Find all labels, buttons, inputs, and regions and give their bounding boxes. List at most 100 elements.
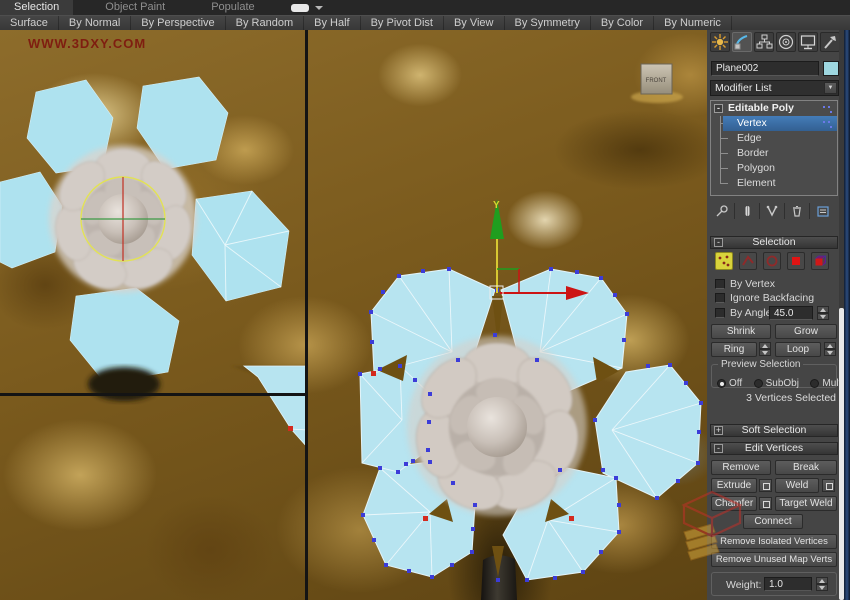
stack-item-element[interactable]: Element — [711, 176, 837, 191]
make-unique-button[interactable] — [760, 203, 785, 219]
ribbon-button-by-symmetry[interactable]: By Symmetry — [505, 16, 591, 30]
stack-item-border[interactable]: Border — [711, 146, 837, 161]
soft-selection-rollout-header[interactable]: + Soft Selection — [710, 424, 838, 437]
modifier-stack[interactable]: - Editable Poly Vertex Edge Border Polyg… — [710, 100, 838, 196]
top-view-gizmo[interactable] — [81, 177, 165, 261]
element-icon — [812, 253, 828, 269]
hierarchy-tab[interactable] — [754, 32, 774, 52]
ignore-backfacing-row[interactable]: Ignore Backfacing — [715, 293, 814, 304]
display-tab[interactable] — [798, 32, 818, 52]
weld-settings-button[interactable] — [822, 479, 835, 492]
selection-status: 3 Vertices Selected — [710, 392, 836, 404]
configure-modifier-sets-button[interactable] — [810, 203, 835, 219]
viewport-divider-horizontal[interactable] — [0, 393, 306, 396]
preview-off-radio[interactable] — [717, 379, 726, 388]
ribbon-button-by-color[interactable]: By Color — [591, 16, 654, 30]
show-end-result-button[interactable] — [735, 203, 760, 219]
expand-icon[interactable]: + — [714, 426, 723, 435]
ignore-backfacing-checkbox[interactable] — [715, 293, 725, 303]
collapse-icon[interactable]: - — [714, 444, 723, 453]
front-cube-label: FRONT — [646, 78, 667, 84]
ring-spinner[interactable] — [759, 342, 771, 357]
chamfer-settings-button[interactable] — [759, 497, 772, 510]
weight-spinner[interactable] — [816, 577, 828, 592]
ribbon-button-by-normal[interactable]: By Normal — [59, 16, 131, 30]
viewport-scene[interactable]: FRONT — [0, 30, 707, 600]
by-angle-field[interactable]: 45.0 — [769, 306, 813, 320]
ribbon-button-by-perspective[interactable]: By Perspective — [131, 16, 225, 30]
stack-item-edge[interactable]: Edge — [711, 131, 837, 146]
selection-rollout-header[interactable]: - Selection — [710, 236, 838, 249]
show-end-result-icon — [740, 204, 754, 218]
selected-vertex[interactable] — [288, 426, 293, 431]
extrude-button[interactable]: Extrude — [711, 478, 757, 493]
extrude-settings-button[interactable] — [759, 479, 772, 492]
ribbon-tab-populate[interactable]: Populate — [197, 0, 268, 15]
ribbon-button-by-random[interactable]: By Random — [226, 16, 304, 30]
vertex-subobject-button[interactable] — [715, 252, 733, 270]
preview-subobj-radio[interactable] — [754, 379, 763, 388]
modifier-list-dropdown[interactable]: Modifier List ▼ — [710, 80, 839, 96]
ribbon-tab-selection[interactable]: Selection — [0, 0, 73, 15]
ribbon-button-by-pivot-dist[interactable]: By Pivot Dist — [361, 16, 444, 30]
object-color-swatch[interactable] — [823, 61, 839, 76]
ribbon-button-surface[interactable]: Surface — [0, 16, 59, 30]
remove-isolated-vertices-button[interactable]: Remove Isolated Vertices — [711, 534, 837, 549]
break-button[interactable]: Break — [775, 460, 837, 475]
weld-button[interactable]: Weld — [775, 478, 819, 493]
viewport-area[interactable]: WWW.3DXY.COM — [0, 30, 707, 600]
collapse-icon[interactable]: - — [714, 238, 723, 247]
create-tab[interactable] — [710, 32, 730, 52]
ribbon-minimize-icon[interactable] — [291, 4, 309, 12]
loop-button[interactable]: Loop — [775, 342, 821, 357]
remove-unused-map-verts-button[interactable]: Remove Unused Map Verts — [711, 552, 837, 567]
shrink-button[interactable]: Shrink — [711, 324, 771, 339]
object-name-field[interactable]: Plane002 — [711, 61, 819, 76]
pin-stack-icon — [715, 204, 729, 218]
weight-field[interactable]: 1.0 — [764, 577, 812, 591]
by-vertex-row[interactable]: By Vertex — [715, 279, 775, 290]
by-vertex-checkbox[interactable] — [715, 279, 725, 289]
utilities-tab[interactable] — [820, 32, 840, 52]
front-cube[interactable]: FRONT — [631, 64, 683, 103]
motion-tab[interactable] — [776, 32, 796, 52]
by-angle-spinner[interactable] — [817, 306, 829, 321]
connect-button[interactable]: Connect — [743, 514, 803, 529]
remove-modifier-button[interactable] — [785, 203, 810, 219]
ring-button[interactable]: Ring — [711, 342, 757, 357]
chamfer-button[interactable]: Chamfer — [711, 496, 757, 511]
stack-item-vertex[interactable]: Vertex — [723, 116, 837, 131]
polygon-subobject-button[interactable] — [787, 252, 805, 270]
viewport-divider-vertical[interactable] — [305, 30, 308, 600]
border-subobject-button[interactable] — [763, 252, 781, 270]
by-angle-checkbox[interactable] — [715, 308, 725, 318]
ribbon-dropdown-icon[interactable] — [315, 6, 323, 10]
stack-item-polygon[interactable]: Polygon — [711, 161, 837, 176]
ribbon-button-by-half[interactable]: By Half — [304, 16, 360, 30]
dropdown-arrow-icon[interactable]: ▼ — [824, 82, 837, 94]
pin-stack-button[interactable] — [710, 203, 735, 219]
ribbon-button-by-view[interactable]: By View — [444, 16, 505, 30]
flower-top-view[interactable] — [0, 77, 289, 401]
preview-multi-radio[interactable] — [810, 379, 819, 388]
border-icon — [764, 253, 780, 269]
collapse-icon[interactable]: - — [714, 104, 723, 113]
loop-spinner[interactable] — [824, 342, 836, 357]
grow-button[interactable]: Grow — [775, 324, 837, 339]
stack-item-editable-poly[interactable]: - Editable Poly — [711, 101, 837, 116]
hierarchy-icon — [755, 33, 773, 51]
stack-toolbar — [710, 202, 838, 220]
element-subobject-button[interactable] — [811, 252, 829, 270]
ribbon-button-by-numeric[interactable]: By Numeric — [654, 16, 732, 30]
modify-icon — [733, 33, 751, 51]
vertex-icon — [716, 253, 732, 269]
target-weld-button[interactable]: Target Weld — [775, 496, 837, 511]
remove-button[interactable]: Remove — [711, 460, 771, 475]
modify-tab[interactable] — [732, 32, 752, 52]
edge-subobject-button[interactable] — [739, 252, 757, 270]
edit-vertices-rollout-header[interactable]: - Edit Vertices — [710, 442, 838, 455]
watermark-text: WWW.3DXY.COM — [28, 36, 146, 51]
flower-fragment-view[interactable] — [231, 366, 307, 447]
ribbon-tab-object-paint[interactable]: Object Paint — [91, 0, 179, 15]
by-angle-row[interactable]: By Angle: — [715, 308, 774, 319]
